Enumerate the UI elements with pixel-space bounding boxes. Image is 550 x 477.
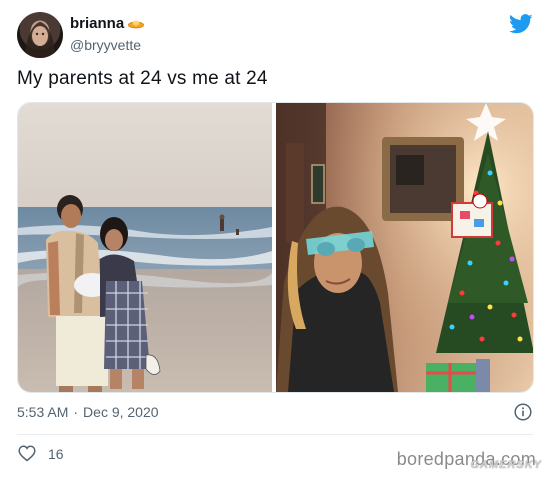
media-grid[interactable]: [17, 102, 534, 393]
like-action[interactable]: 16: [18, 445, 64, 462]
ufo-emoji-icon: [128, 19, 145, 28]
display-name[interactable]: brianna: [70, 15, 124, 32]
heart-outline-icon[interactable]: [18, 445, 36, 462]
author-name-row[interactable]: brianna: [70, 15, 145, 32]
tweet-date[interactable]: Dec 9, 2020: [83, 404, 159, 420]
twitter-bird-icon[interactable]: [509, 14, 533, 34]
tweet-card: brianna @bryyvette My parents at 24 vs m…: [0, 0, 550, 477]
info-icon[interactable]: [514, 403, 532, 421]
photo-parents-beach[interactable]: [18, 103, 272, 392]
watermark-secondary: GAMERSKY: [470, 459, 542, 471]
divider: [17, 434, 533, 435]
avatar[interactable]: [17, 12, 63, 58]
tweet-time[interactable]: 5:53 AM: [17, 404, 68, 420]
tweet-text: My parents at 24 vs me at 24: [17, 68, 268, 89]
like-count: 16: [48, 445, 64, 462]
author-handle[interactable]: @bryyvette: [70, 37, 141, 53]
timestamp-separator: ·: [73, 404, 79, 420]
photo-me-christmas-tree[interactable]: [276, 103, 533, 392]
tweet-timestamp[interactable]: 5:53 AM · Dec 9, 2020: [17, 404, 159, 420]
